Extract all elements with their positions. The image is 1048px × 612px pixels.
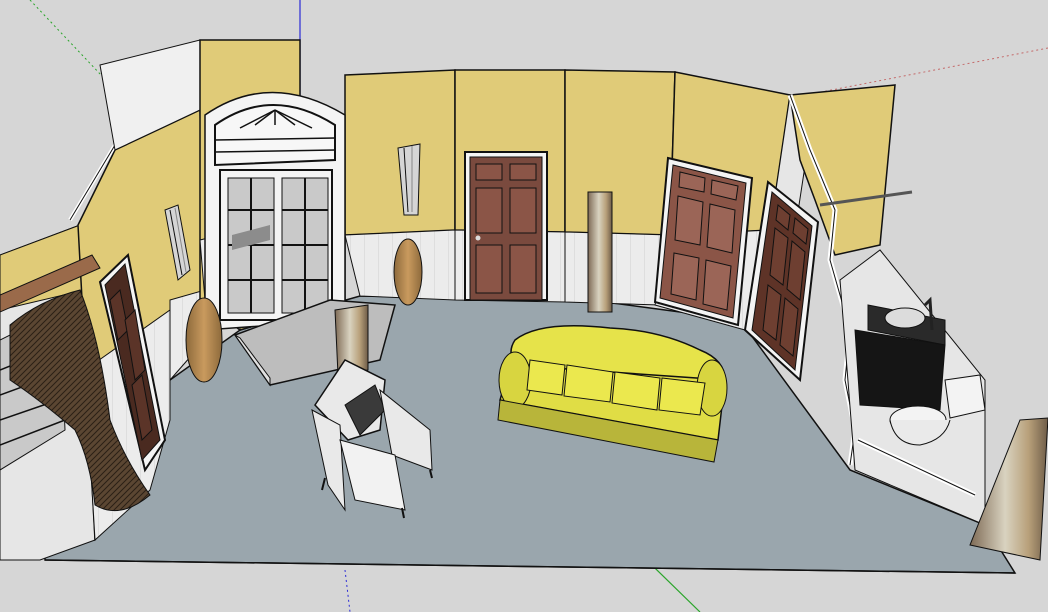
- bathroom-vanity[interactable]: [854, 296, 946, 411]
- back-door[interactable]: [464, 151, 548, 301]
- right-door-1[interactable]: [653, 156, 754, 327]
- tall-vase-left[interactable]: [185, 297, 223, 383]
- french-doors[interactable]: [204, 91, 346, 331]
- tall-vase-back[interactable]: [393, 238, 423, 306]
- 3d-viewport[interactable]: [0, 0, 1048, 612]
- light-column-back[interactable]: [587, 191, 613, 313]
